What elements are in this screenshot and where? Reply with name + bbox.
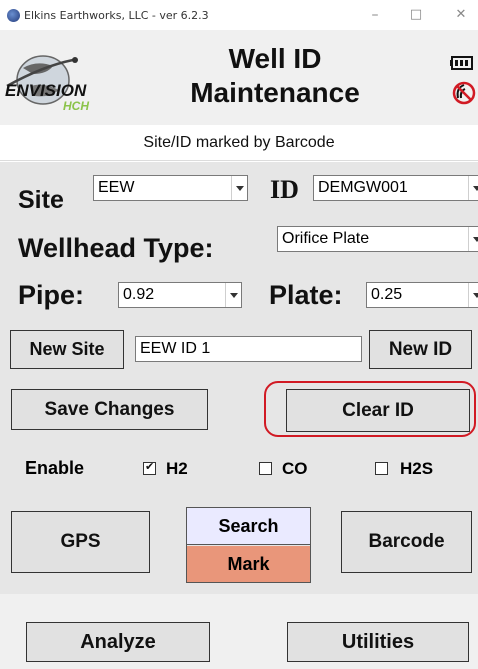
h2-checkbox[interactable] (143, 460, 156, 475)
barcode-button-label: Barcode (368, 531, 445, 552)
wellhead-type-select[interactable]: Orifice Plate (277, 226, 478, 252)
maximize-button[interactable]: □ (403, 5, 429, 25)
close-button[interactable]: ✕ (448, 5, 474, 25)
save-changes-button[interactable]: Save Changes (11, 389, 208, 430)
page-title-line1: Well ID (228, 43, 322, 74)
minimize-button[interactable]: – (362, 5, 388, 25)
site-select-value: EEW (98, 179, 135, 196)
subtitle-row: Site/ID marked by Barcode (0, 127, 478, 161)
subtitle: Site/ID marked by Barcode (143, 134, 335, 151)
enable-label: Enable (25, 458, 85, 478)
new-site-input-value: EEW ID 1 (140, 340, 211, 357)
battery-icon (450, 56, 476, 70)
pipe-select-value: 0.92 (123, 286, 155, 303)
header: ENVISION HCH Well ID Maintenance (0, 30, 478, 125)
id-label: ID (270, 175, 299, 204)
pipe-select[interactable]: 0.92 (118, 282, 242, 308)
svg-text:HCH: HCH (63, 99, 89, 112)
svg-text:ENVISION: ENVISION (5, 81, 87, 100)
gps-button[interactable]: GPS (11, 511, 150, 573)
site-label: Site (18, 186, 64, 214)
chevron-down-icon (225, 283, 241, 307)
chevron-down-icon (468, 176, 478, 200)
site-select[interactable]: EEW (93, 175, 248, 201)
wellhead-type-value: Orifice Plate (282, 230, 370, 247)
h2-label: H2 (166, 459, 188, 478)
new-site-button[interactable]: New Site (10, 330, 124, 369)
utilities-button-label: Utilities (341, 631, 415, 653)
title-bar: Elkins Earthworks, LLC - ver 6.2.3 – □ ✕ (0, 0, 478, 30)
h2s-checkbox[interactable] (375, 462, 388, 475)
plate-select[interactable]: 0.25 (366, 282, 478, 308)
id-select-value: DEMGW001 (318, 179, 408, 196)
h2s-label: H2S (400, 459, 434, 478)
gps-button-label: GPS (60, 531, 101, 552)
highlight-annotation (264, 381, 476, 437)
co-checkbox[interactable] (259, 462, 272, 475)
plate-select-value: 0.25 (371, 286, 403, 303)
chevron-down-icon (468, 227, 478, 251)
pipe-label: Pipe: (18, 280, 85, 310)
plate-label: Plate: (269, 280, 343, 310)
page-title-line2: Maintenance (190, 77, 360, 108)
new-site-button-label: New Site (29, 339, 105, 359)
new-site-input[interactable]: EEW ID 1 (135, 336, 362, 362)
utilities-button[interactable]: Utilities (287, 622, 469, 662)
mark-option[interactable]: Mark (187, 546, 310, 582)
search-mark-toggle: Search Mark (186, 507, 311, 583)
chevron-down-icon (468, 283, 478, 307)
id-select[interactable]: DEMGW001 (313, 175, 478, 201)
analyze-button[interactable]: Analyze (26, 622, 210, 662)
analyze-button-label: Analyze (80, 631, 156, 653)
save-changes-button-label: Save Changes (44, 399, 175, 420)
window-title: Elkins Earthworks, LLC - ver 6.2.3 (24, 9, 209, 22)
page-title: Well ID Maintenance (150, 42, 400, 110)
envision-logo: ENVISION HCH (3, 52, 125, 113)
app-icon (7, 9, 20, 22)
barcode-button[interactable]: Barcode (341, 511, 472, 573)
chevron-down-icon (231, 176, 247, 200)
search-option[interactable]: Search (187, 508, 310, 545)
no-signal-icon (450, 78, 478, 106)
new-id-button[interactable]: New ID (369, 330, 472, 369)
wellhead-type-label: Wellhead Type: (18, 233, 214, 263)
co-label: CO (282, 459, 308, 478)
new-id-button-label: New ID (388, 339, 453, 360)
